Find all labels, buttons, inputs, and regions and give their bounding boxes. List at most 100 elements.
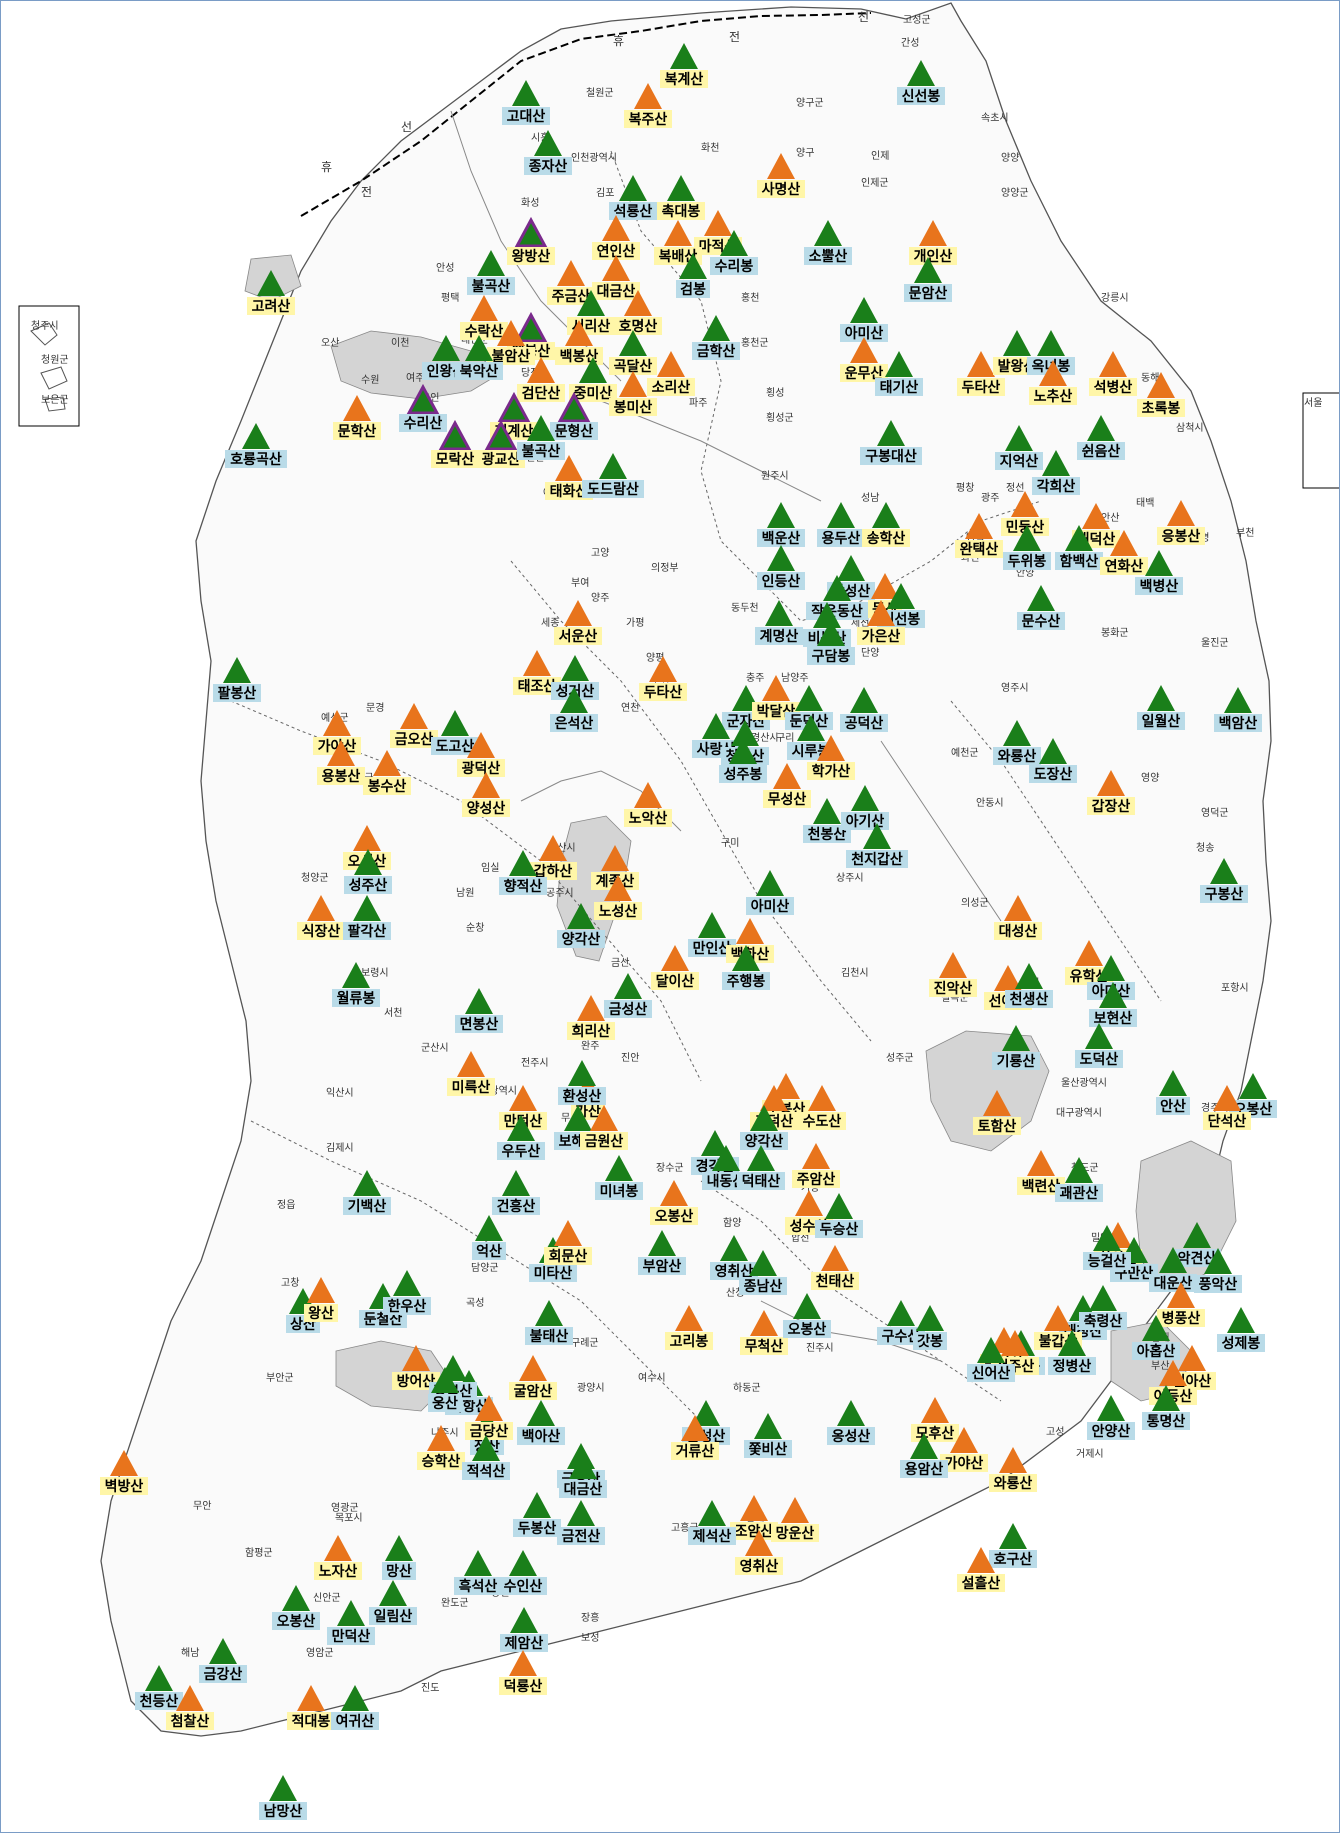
- peak-name: 향적산: [504, 878, 543, 895]
- peak-name: 와룡산: [998, 748, 1037, 765]
- place-label: 진주시: [806, 1342, 834, 1354]
- peak-name: 기백산: [348, 1198, 387, 1215]
- peak-name: 주행봉: [727, 974, 766, 990]
- peak-name: 미녀봉: [600, 1183, 639, 1200]
- place-label: 곡성: [466, 1297, 484, 1309]
- peak-name: 두타산: [644, 684, 683, 701]
- place-label: 화성: [521, 197, 539, 209]
- place-label: 청원군: [41, 354, 69, 366]
- peak-name: 인등산: [762, 573, 801, 590]
- peak-name: 백련산: [1022, 1178, 1061, 1195]
- place-label: 영양: [1141, 772, 1159, 784]
- peak-name: 망산: [386, 1563, 412, 1580]
- place-label: 부천: [1236, 527, 1254, 539]
- peak-name: 호구산: [994, 1551, 1033, 1568]
- peak-name: 두봉산: [518, 1520, 557, 1537]
- place-label: 고양: [591, 547, 609, 559]
- peak-name: 성주산: [349, 877, 388, 894]
- place-label: 공주시: [546, 887, 574, 899]
- place-label: 부안군: [266, 1372, 294, 1384]
- peak-name: 백운산: [762, 530, 801, 547]
- peak-name: 공덕산: [845, 715, 884, 732]
- peak-name: 북악산: [460, 363, 499, 380]
- place-label: 목포시: [335, 1512, 363, 1524]
- peak-name: 대금산: [564, 1481, 603, 1498]
- place-label: 양구: [796, 147, 814, 159]
- place-label: 양주: [591, 592, 609, 604]
- peak-name: 조암산: [735, 1523, 774, 1540]
- peak-triangle-icon: [1097, 1395, 1125, 1421]
- place-label: 성주군: [886, 1052, 914, 1064]
- peak-name: 계명산: [760, 628, 799, 645]
- place-label: 무안: [193, 1500, 211, 1512]
- mountain-marker[interactable]: 호구산: [989, 1523, 1037, 1568]
- peak-name: 식장산: [302, 923, 341, 940]
- peak-name: 가야산: [945, 1455, 984, 1472]
- peak-name: 용봉산: [322, 768, 361, 785]
- place-label: 순창: [466, 922, 484, 934]
- place-label: 보령시: [361, 967, 389, 979]
- peak-name: 성제봉: [1222, 1336, 1261, 1352]
- peak-name: 봉수산: [368, 778, 407, 795]
- korea-mountain-map[interactable]: 휴 전선휴선전 고성군간성속초시양양양양군인제인제군양구양구군철원군화천강릉시홍천…: [1, 1, 1339, 1832]
- peak-name: 정병산: [1053, 1358, 1092, 1375]
- peak-name: 지억산: [1000, 453, 1039, 470]
- peak-name: 면봉산: [460, 1016, 499, 1033]
- peak-name: 문수산: [1022, 613, 1061, 630]
- peak-name: 은석산: [555, 715, 594, 732]
- peak-name: 만덕산: [332, 1628, 371, 1645]
- peak-name: 기룡산: [997, 1053, 1036, 1070]
- peak-name: 승학산: [422, 1453, 461, 1470]
- peak-name: 팔봉산: [218, 685, 257, 702]
- peak-triangle-icon: [269, 1775, 297, 1801]
- peak-name: 억산: [476, 1243, 502, 1260]
- mountain-marker[interactable]: 덕룡산: [499, 1650, 547, 1695]
- place-label: 고성군: [903, 14, 931, 26]
- place-label: 홍천: [741, 291, 759, 304]
- peak-name: 종남산: [744, 1278, 783, 1295]
- dmz-letter: 선: [401, 120, 412, 134]
- peak-name: 개인산: [914, 248, 953, 265]
- peak-name: 금학산: [697, 343, 736, 360]
- place-label: 익산시: [326, 1087, 354, 1099]
- place-label: 안동시: [976, 797, 1004, 809]
- place-label: 여수시: [638, 1372, 666, 1384]
- mountain-marker[interactable]: 남망산: [259, 1775, 307, 1820]
- peak-name: 웅산: [432, 1395, 458, 1412]
- place-label: 양양: [1001, 152, 1019, 164]
- peak-name: 쉰음산: [1082, 443, 1121, 460]
- dmz-letter: 전: [729, 30, 740, 44]
- peak-name: 왕산: [308, 1305, 334, 1322]
- peak-name: 문암산: [909, 285, 948, 302]
- peak-name: 석룡산: [614, 203, 653, 220]
- peak-name: 덕태산: [742, 1173, 781, 1190]
- mountain-marker[interactable]: 성제봉: [1217, 1307, 1265, 1352]
- peak-name: 천태산: [816, 1273, 855, 1290]
- peak-name: 도드람산: [587, 481, 639, 498]
- place-label: 완주: [581, 1040, 599, 1052]
- peak-name: 용두산: [822, 530, 861, 547]
- place-label: 김포: [596, 187, 614, 199]
- peak-name: 미륵산: [452, 1079, 491, 1096]
- peak-name: 사명산: [762, 181, 801, 198]
- place-label: 영암군: [306, 1647, 334, 1659]
- place-label: 속초시: [981, 112, 1009, 124]
- peak-name: 각희산: [1037, 478, 1076, 495]
- peak-name: 천생산: [1010, 991, 1049, 1008]
- peak-name: 완택산: [960, 541, 999, 558]
- peak-name: 두승산: [820, 1221, 859, 1238]
- peak-name: 능걸산: [1088, 1253, 1127, 1270]
- peak-name: 학가산: [812, 763, 851, 780]
- peak-name: 수리봉: [715, 259, 754, 275]
- peak-name: 덕룡산: [504, 1678, 543, 1695]
- peak-name: 광교산: [482, 451, 521, 468]
- peak-name: 부암산: [643, 1258, 682, 1275]
- place-label: 안성: [436, 262, 454, 274]
- place-label: 양구군: [796, 97, 824, 109]
- place-label: 간성: [901, 37, 919, 49]
- peak-name: 호룡곡산: [230, 451, 282, 468]
- peak-name: 태조산: [518, 678, 557, 695]
- peak-name: 희리산: [572, 1023, 611, 1040]
- place-label: 인제: [871, 150, 889, 162]
- place-label: 보성: [581, 1632, 599, 1644]
